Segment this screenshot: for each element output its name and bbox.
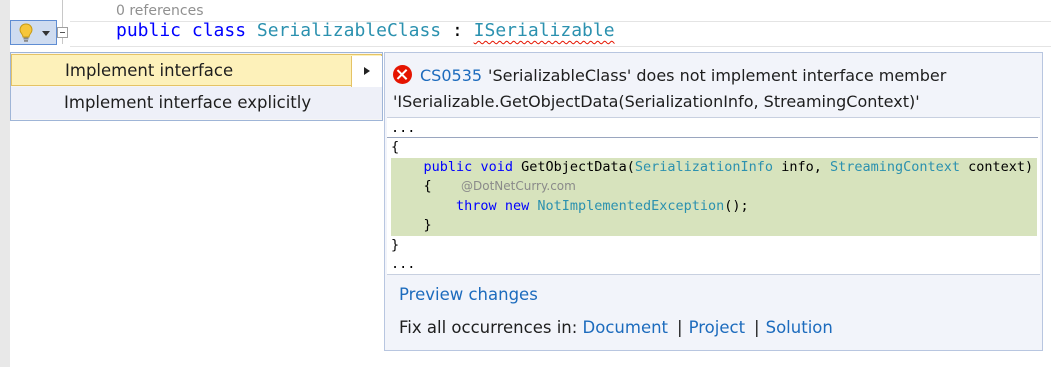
code-brace-close: } [391,237,400,253]
error-header: CS0535 'SerializableClass' does not imple… [393,63,1033,115]
colon: : [451,20,463,41]
separator: | [754,318,760,337]
class-name: SerializableClass [256,20,442,41]
menu-item-implement-interface[interactable]: Implement interface [11,54,382,87]
submenu-arrow-icon[interactable] [351,56,382,87]
code-inner-close: } [423,217,432,233]
keyword-public: public [116,20,182,41]
lightbulb-button[interactable] [10,20,57,45]
code-line-class-declaration[interactable]: public class SerializableClass : ISerial… [116,20,615,41]
collapse-toggle[interactable] [57,27,68,38]
separator: | [677,318,683,337]
preview-changes-link[interactable]: Preview changes [399,285,538,304]
watermark: @DotNetCurry.com [461,179,576,193]
code-preview: ... { public void GetObjectData(Serializ… [387,117,1040,275]
code-ellipsis-top: ... [391,120,416,136]
menu-item-implement-interface-explicitly[interactable]: Implement interface explicitly [11,87,382,119]
code-throw-line: throw new NotImplementedException(); [456,198,749,214]
interface-name-error[interactable]: ISerializable [474,20,615,41]
codelens-references[interactable]: 0 references [116,3,204,19]
fix-all-row: Fix all occurrences in: Document | Project… [399,318,833,337]
error-code-link[interactable]: CS0535 [420,66,482,85]
quick-actions-menu: Implement interface Implement interface … [10,52,383,121]
error-icon [393,65,412,84]
code-inner-open: { [423,178,432,194]
lightbulb-icon [19,23,33,42]
fix-solution-link[interactable]: Solution [766,318,833,337]
menu-item-label: Implement interface [65,61,234,80]
keyword-class: class [191,20,247,41]
preview-panel: CS0535 'SerializableClass' does not imple… [384,52,1043,351]
code-divider [387,137,1038,138]
code-ellipsis-bottom: ... [391,256,416,272]
fix-all-label: Fix all occurrences in: [399,318,578,337]
menu-item-label: Implement interface explicitly [64,93,312,112]
code-brace-open: { [391,139,400,155]
fix-document-link[interactable]: Document [583,318,668,337]
code-method-signature: public void GetObjectData(SerializationI… [423,159,1034,175]
chevron-down-icon [42,31,50,36]
fix-project-link[interactable]: Project [689,318,745,337]
editor-gutter [0,0,10,367]
